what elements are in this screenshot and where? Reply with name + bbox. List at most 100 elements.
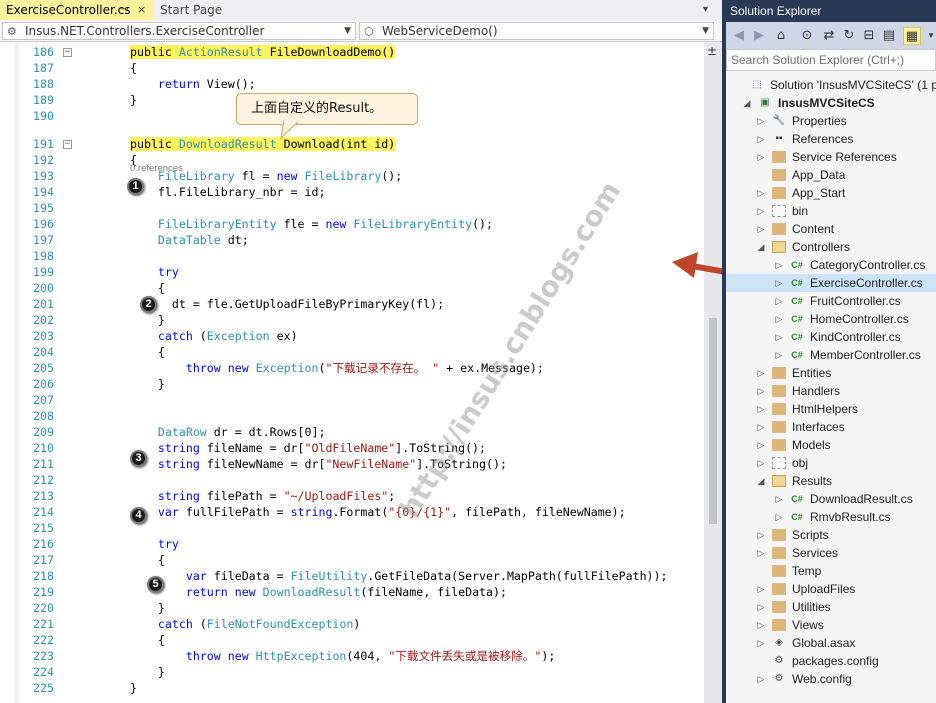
code-line[interactable]: 220 }	[0, 600, 704, 616]
code-line[interactable]: 208	[0, 408, 704, 424]
tree-item[interactable]: ▷ Services	[726, 544, 936, 562]
tree-item[interactable]: ▷ Scripts	[726, 526, 936, 544]
code-line[interactable]: 214 var fullFilePath = string.Format("{0…	[0, 504, 704, 520]
tree-item[interactable]: ⚙ packages.config	[726, 652, 936, 670]
tree-item[interactable]: ▷ C# FruitController.cs	[726, 292, 936, 310]
code-line[interactable]: 223 throw new HttpException(404, "下载文件丢失…	[0, 648, 704, 664]
expand-icon[interactable]: ▷	[756, 364, 766, 382]
code-line[interactable]: 210 string fileName = dr["OldFileName"].…	[0, 440, 704, 456]
tree-item[interactable]: ▷ obj	[726, 454, 936, 472]
expand-icon[interactable]: ▷	[774, 490, 784, 508]
code-line[interactable]: 188 return View();	[0, 76, 704, 92]
pin-icon[interactable]: ⊸	[120, 0, 128, 20]
tree-item[interactable]: ▷ C# ExerciseController.cs	[726, 274, 936, 292]
forward-icon[interactable]: ▶	[750, 27, 768, 45]
collapse-all-icon[interactable]: ⊟	[860, 27, 878, 45]
expand-icon[interactable]: ▷	[756, 382, 766, 400]
tree-item[interactable]: ▷ Entities	[726, 364, 936, 382]
tree-item[interactable]: ▷ bin	[726, 202, 936, 220]
class-dropdown[interactable]: ⚙ Insus.NET.Controllers.ExerciseControll…	[2, 22, 356, 40]
tree-item[interactable]: ▷ C# DownloadResult.cs	[726, 490, 936, 508]
expand-icon[interactable]: ▷	[774, 274, 784, 292]
code-line[interactable]: 207	[0, 392, 704, 408]
tree-item[interactable]: ◢ ▣ InsusMVCSiteCS	[726, 94, 936, 112]
expand-icon[interactable]: ▷	[756, 670, 766, 688]
expand-icon[interactable]: ▷	[756, 544, 766, 562]
code-line[interactable]: 203 catch (Exception ex)	[0, 328, 704, 344]
tab-exercise-controller[interactable]: ExerciseController.cs ⊸ ×	[0, 0, 153, 20]
expand-icon[interactable]: ▷	[756, 526, 766, 544]
expand-icon[interactable]: ▷	[774, 256, 784, 274]
code-line[interactable]: 211 string fileNewName = dr["NewFileName…	[0, 456, 704, 472]
tree-item[interactable]: ▷ Models	[726, 436, 936, 454]
expand-icon[interactable]: ▷	[756, 184, 766, 202]
code-line[interactable]: 222 {	[0, 632, 704, 648]
vertical-scrollbar[interactable]: ±	[704, 42, 722, 703]
code-line[interactable]: 218 var fileData = FileUtility.GetFileDa…	[0, 568, 704, 584]
tree-item[interactable]: ▷ Handlers	[726, 382, 936, 400]
expand-icon[interactable]: ▷	[756, 418, 766, 436]
split-icon[interactable]: ±	[707, 44, 717, 58]
expand-icon[interactable]: ▷	[756, 112, 766, 130]
code-line[interactable]: 187 {	[0, 60, 704, 76]
collapse-icon[interactable]: −	[63, 48, 72, 57]
expand-icon[interactable]: ▷	[756, 400, 766, 418]
expand-icon[interactable]: ▷	[756, 580, 766, 598]
tree-item[interactable]: ▷ C# RmvbResult.cs	[726, 508, 936, 526]
expand-icon[interactable]: ▷	[774, 346, 784, 364]
refresh-icon[interactable]: ↻	[840, 27, 858, 45]
code-line[interactable]: 209 DataRow dr = dt.Rows[0];	[0, 424, 704, 440]
code-line[interactable]: 221 catch (FileNotFoundException)	[0, 616, 704, 632]
tree-item[interactable]: ▷ C# CategoryController.cs	[726, 256, 936, 274]
code-line[interactable]: 200 {	[0, 280, 704, 296]
tree-item[interactable]: ▷ ▪▪ References	[726, 130, 936, 148]
tree-item[interactable]: ▷ C# KindController.cs	[726, 328, 936, 346]
code-line[interactable]: 202 }	[0, 312, 704, 328]
tree-item[interactable]: ▷ C# HomeController.cs	[726, 310, 936, 328]
member-dropdown[interactable]: ⬡ WebServiceDemo() ▼	[359, 22, 714, 40]
expand-icon[interactable]: ▷	[756, 598, 766, 616]
code-line[interactable]: 224 }	[0, 664, 704, 680]
code-line[interactable]: 204 {	[0, 344, 704, 360]
tree-item[interactable]: Temp	[726, 562, 936, 580]
tree-item[interactable]: ▷ Service References	[726, 148, 936, 166]
collapse-icon[interactable]: −	[63, 140, 72, 149]
code-line[interactable]: 206 }	[0, 376, 704, 392]
tree-item[interactable]: ▷ Utilities	[726, 598, 936, 616]
code-line[interactable]: 199 try	[0, 264, 704, 280]
expand-icon[interactable]: ▷	[756, 148, 766, 166]
code-lens-references[interactable]: 0 references	[130, 163, 183, 174]
properties-icon[interactable]: ▦	[903, 27, 921, 45]
tree-item[interactable]: ▷ Content	[726, 220, 936, 238]
code-line[interactable]: 215	[0, 520, 704, 536]
tab-overflow-icon[interactable]: ▾	[703, 0, 708, 20]
expand-icon[interactable]: ▷	[756, 220, 766, 238]
expand-icon[interactable]: ▷	[756, 202, 766, 220]
code-line[interactable]: 225}	[0, 680, 704, 696]
tree-item[interactable]: ▷ C# MemberController.cs	[726, 346, 936, 364]
tree-item[interactable]: ▷ UploadFiles	[726, 580, 936, 598]
collapse-icon[interactable]: ◢	[756, 472, 766, 490]
show-all-files-icon[interactable]: ▤	[880, 27, 898, 45]
expand-icon[interactable]: ▷	[756, 454, 766, 472]
more-icon[interactable]: ▾	[922, 27, 936, 45]
code-editor[interactable]: ExerciseController.cs ⊸ × Start Page ▾ ⚙…	[0, 0, 722, 703]
code-line[interactable]: 216 try	[0, 536, 704, 552]
collapse-icon[interactable]: ◢	[742, 94, 752, 112]
tab-start-page[interactable]: Start Page	[154, 0, 274, 20]
tree-item[interactable]: ◢ Controllers	[726, 238, 936, 256]
expand-icon[interactable]: ▷	[756, 616, 766, 634]
expand-icon[interactable]: ▷	[756, 634, 766, 652]
tree-item[interactable]: ⬚ Solution 'InsusMVCSiteCS' (1 project)	[726, 76, 936, 94]
code-line[interactable]: 201 dt = fle.GetUploadFileByPrimaryKey(f…	[0, 296, 704, 312]
code-line[interactable]: 198	[0, 248, 704, 264]
solution-search-input[interactable]: Search Solution Explorer (Ctrl+;)	[726, 49, 936, 71]
tree-item[interactable]: ▷ Views	[726, 616, 936, 634]
code-line[interactable]: 205 throw new Exception("下载记录不存在。 " + ex…	[0, 360, 704, 376]
pending-changes-icon[interactable]: ⊙	[798, 27, 816, 45]
code-line[interactable]: 217 {	[0, 552, 704, 568]
code-line[interactable]: 192{	[0, 152, 704, 168]
code-line[interactable]: 219 return new DownloadResult(fileName, …	[0, 584, 704, 600]
tree-item[interactable]: ▷ 🔧 Properties	[726, 112, 936, 130]
expand-icon[interactable]: ▷	[756, 130, 766, 148]
